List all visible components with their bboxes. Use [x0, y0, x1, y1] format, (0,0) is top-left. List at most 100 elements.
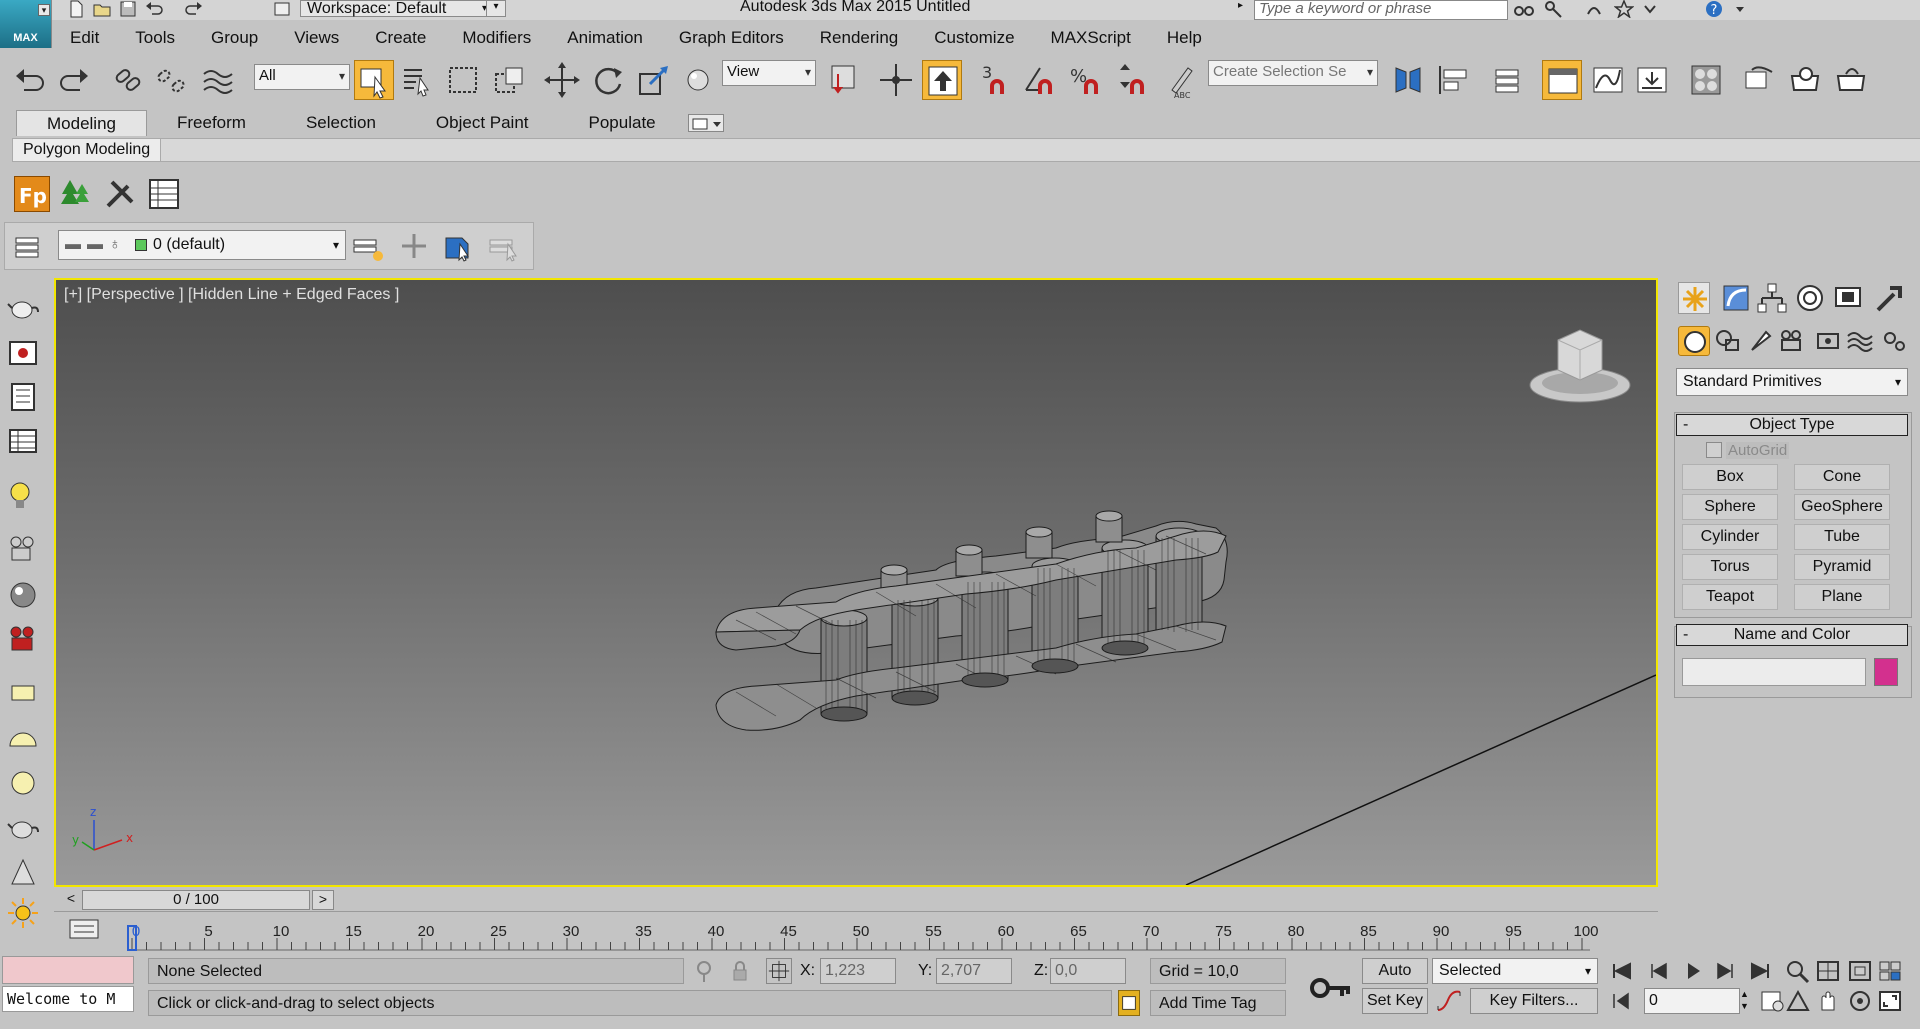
absolute-mode-transform-icon[interactable]	[766, 958, 792, 984]
motion-tab-icon[interactable]	[1794, 282, 1826, 314]
time-slider-thumb[interactable]: 0 / 100	[82, 890, 310, 910]
viewcube-icon[interactable]	[1529, 329, 1631, 403]
new-file-icon[interactable]	[66, 0, 86, 18]
redo-icon[interactable]	[184, 0, 204, 18]
mirror-icon[interactable]	[1388, 60, 1428, 100]
chevron-down-icon[interactable]	[1640, 0, 1660, 18]
percent-snap-icon[interactable]: %	[1066, 60, 1106, 100]
plane-primitive-icon[interactable]	[6, 676, 40, 710]
current-frame-input[interactable]: 0	[1644, 988, 1740, 1014]
menu-views[interactable]: Views	[276, 24, 357, 52]
unlink-selection-icon[interactable]	[152, 60, 192, 100]
set-current-layer-icon[interactable]	[486, 228, 522, 264]
select-object-icon[interactable]	[354, 60, 394, 100]
align-icon[interactable]	[1434, 60, 1474, 100]
create-new-layer-icon[interactable]	[350, 228, 386, 264]
select-manipulate-icon[interactable]	[876, 60, 916, 100]
select-and-rotate-icon[interactable]	[588, 60, 628, 100]
helpers-category-icon[interactable]	[1812, 326, 1844, 356]
create-tab-icon[interactable]	[1678, 282, 1710, 314]
reference-coordinate-select[interactable]: View ▾	[722, 60, 816, 86]
schematic-view-icon[interactable]	[1632, 60, 1672, 100]
star-icon[interactable]	[1613, 0, 1635, 19]
menu-tools[interactable]: Tools	[117, 24, 193, 52]
select-and-move-icon[interactable]	[542, 60, 582, 100]
window-crossing-icon[interactable]	[490, 60, 530, 100]
menu-rendering[interactable]: Rendering	[802, 24, 916, 52]
edit-named-selection-icon[interactable]: ABC	[1164, 60, 1204, 100]
play-icon[interactable]	[1678, 958, 1706, 984]
field-of-view-icon[interactable]	[1784, 988, 1812, 1014]
snaps-toggle-icon[interactable]: 3	[976, 60, 1016, 100]
pivot-center-icon[interactable]	[824, 60, 864, 100]
geometry-category-icon[interactable]	[1678, 326, 1710, 356]
previous-frame-icon[interactable]	[1644, 958, 1672, 984]
object-type-header[interactable]: - Object Type	[1676, 414, 1908, 436]
hemisphere-primitive-icon[interactable]	[6, 722, 40, 756]
image-icon[interactable]	[6, 336, 40, 370]
menu-create[interactable]: Create	[357, 24, 444, 52]
go-to-end-icon[interactable]	[1746, 958, 1774, 984]
x-coord-input[interactable]: 1,223	[820, 958, 896, 984]
select-and-scale-icon[interactable]	[634, 60, 674, 100]
keyboard-shortcut-override-icon[interactable]	[922, 60, 962, 100]
pan-view-icon[interactable]	[1814, 988, 1842, 1014]
set-key-button[interactable]: Set Key	[1362, 988, 1428, 1014]
add-to-layer-icon[interactable]	[396, 228, 432, 264]
tab-populate[interactable]: Populate	[559, 110, 686, 136]
tools-icon[interactable]	[102, 176, 138, 212]
hierarchy-tab-icon[interactable]	[1756, 282, 1788, 314]
zoom-icon[interactable]	[1784, 958, 1812, 984]
z-coord-input[interactable]: 0,0	[1050, 958, 1126, 984]
redo-icon[interactable]	[54, 60, 94, 100]
chain-model[interactable]	[715, 510, 1228, 731]
layer-manager-icon[interactable]	[1490, 60, 1530, 100]
track-bar[interactable]: 0 5 10 15 20 25 30 35 40 45 50 55 60 65 70 75 80 85 90 95 10…	[0, 914, 1660, 954]
space-warps-category-icon[interactable]	[1844, 326, 1876, 356]
ribbon-options-button[interactable]	[688, 114, 724, 132]
bind-to-space-warp-icon[interactable]	[198, 60, 238, 100]
menu-animation[interactable]: Animation	[549, 24, 661, 52]
zoom-extents-icon[interactable]	[1846, 958, 1874, 984]
app-logo-button[interactable]: MAX ▾	[0, 0, 52, 48]
object-color-swatch[interactable]	[1874, 658, 1898, 686]
orbit-icon[interactable]	[1846, 988, 1874, 1014]
undo-icon[interactable]	[144, 0, 164, 18]
forest-pack-icon[interactable]: Fp	[14, 176, 50, 212]
spinner-snap-icon[interactable]	[1112, 60, 1152, 100]
selection-filter-select[interactable]: All ▾	[254, 64, 350, 90]
menu-maxscript[interactable]: MAXScript	[1033, 24, 1149, 52]
polygon-modeling-panel[interactable]: Polygon Modeling	[12, 138, 162, 162]
menu-edit[interactable]: Edit	[52, 24, 117, 52]
modify-tab-icon[interactable]	[1720, 282, 1752, 314]
maxscript-mini-listener-top[interactable]	[2, 956, 134, 984]
workspace-menu-button[interactable]: ▾	[486, 0, 506, 17]
binoculars-icon[interactable]	[1514, 0, 1534, 18]
tree-icon[interactable]	[58, 176, 94, 212]
rendered-frame-window-icon[interactable]	[1786, 60, 1826, 100]
auto-key-button[interactable]: Auto Key	[1362, 958, 1428, 1003]
manage-layers-icon[interactable]	[12, 228, 48, 264]
key-filters-button[interactable]: Key Filters...	[1470, 988, 1598, 1014]
key-mode-icon[interactable]	[1298, 958, 1360, 1016]
add-time-tag-button[interactable]: Add Time Tag	[1150, 990, 1286, 1016]
light-bulb-icon[interactable]	[6, 478, 40, 512]
search-input[interactable]: Type a keyword or phrase	[1254, 0, 1508, 20]
systems-category-icon[interactable]	[1878, 326, 1910, 356]
time-slider-next-button[interactable]: >	[312, 890, 334, 910]
sphere-primitive-icon[interactable]	[6, 766, 40, 800]
y-coord-input[interactable]: 2,707	[936, 958, 1012, 984]
teapot-icon[interactable]	[6, 290, 40, 324]
curve-editor-icon[interactable]	[1588, 60, 1628, 100]
undo-icon[interactable]	[10, 60, 50, 100]
rectangular-selection-icon[interactable]	[444, 60, 484, 100]
go-to-start-icon[interactable]	[1608, 958, 1636, 984]
render-setup-icon[interactable]	[1740, 60, 1780, 100]
primitive-type-select[interactable]: Standard Primitives ▾	[1676, 368, 1908, 396]
maximize-viewport-icon[interactable]	[1876, 988, 1904, 1014]
lights-category-icon[interactable]	[1744, 326, 1776, 356]
maxscript-listener-output[interactable]: Welcome to M	[2, 986, 134, 1012]
utilities-tab-icon[interactable]	[1872, 282, 1904, 314]
name-and-color-header[interactable]: - Name and Color	[1676, 624, 1908, 646]
time-slider-prev-button[interactable]: <	[60, 890, 82, 910]
